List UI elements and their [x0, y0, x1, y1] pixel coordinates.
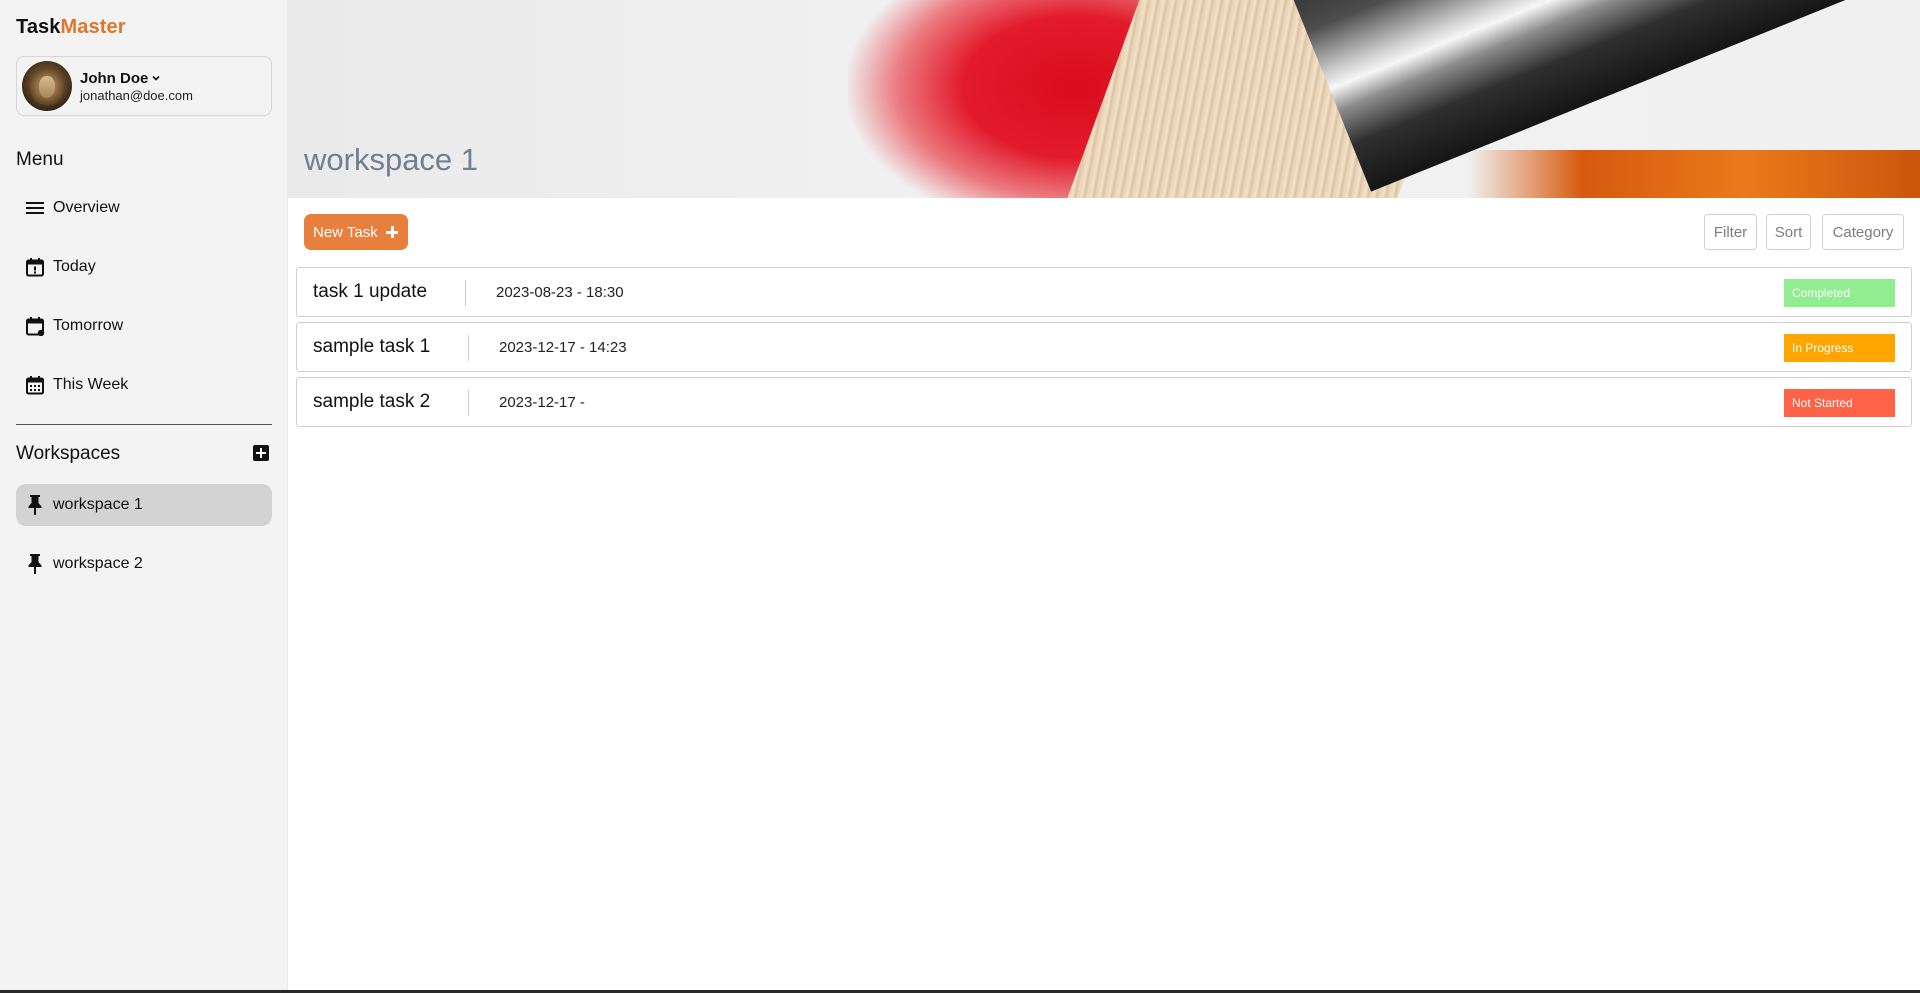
workspace-label: workspace 2 — [53, 555, 143, 572]
workspace-item-2[interactable]: workspace 2 — [16, 543, 272, 585]
nav-item-this-week[interactable]: This Week — [16, 364, 272, 406]
nav-label: Overview — [53, 199, 120, 216]
task-toolbar: New Task Filter Sort Category — [288, 198, 1920, 262]
task-row[interactable]: task 1 update 2023-08-23 - 18:30 Complet… — [296, 267, 1912, 317]
brand-part-2: Master — [60, 16, 126, 38]
filter-button[interactable]: Filter — [1704, 214, 1757, 250]
nav-label: This Week — [53, 376, 129, 393]
nav-item-overview[interactable]: Overview — [16, 187, 272, 229]
banner-orange-paint — [1468, 150, 1920, 198]
app-logo[interactable]: TaskMaster — [16, 16, 126, 39]
page-title: workspace 1 — [304, 142, 479, 177]
task-separator — [468, 335, 469, 361]
new-task-button[interactable]: New Task — [304, 214, 408, 250]
nav-label: Today — [53, 258, 96, 275]
main-content: workspace 1 New Task Filter Sort Categor… — [288, 0, 1920, 993]
category-button[interactable]: Category — [1822, 214, 1904, 250]
brand-part-1: Task — [16, 16, 61, 38]
status-badge: In Progress — [1784, 334, 1895, 362]
status-badge: Not Started — [1784, 389, 1895, 417]
calendar-week-icon — [24, 374, 46, 396]
task-date: 2023-08-23 - 18:30 — [496, 284, 624, 301]
task-row[interactable]: sample task 1 2023-12-17 - 14:23 In Prog… — [296, 322, 1912, 372]
task-separator — [468, 390, 469, 416]
calendar-today-icon — [24, 256, 46, 278]
pin-icon — [24, 494, 46, 516]
nav-item-today[interactable]: Today — [16, 246, 272, 288]
menu-lines-icon — [24, 197, 46, 219]
add-workspace-icon[interactable] — [253, 445, 269, 461]
plus-icon — [385, 226, 398, 238]
task-date: 2023-12-17 - 14:23 — [499, 339, 627, 356]
task-name: sample task 1 — [313, 336, 431, 357]
nav-item-tomorrow[interactable]: Tomorrow — [16, 305, 272, 347]
calendar-tomorrow-icon — [24, 315, 46, 337]
user-profile-card[interactable]: John Doe jonathan@doe.com — [16, 56, 272, 116]
workspaces-heading: Workspaces — [16, 443, 121, 464]
task-name: sample task 2 — [313, 391, 431, 412]
nav-label: Tomorrow — [53, 317, 124, 334]
task-separator — [465, 280, 466, 306]
user-name: John Doe — [80, 69, 149, 87]
menu-heading: Menu — [16, 149, 64, 170]
status-badge: Completed — [1784, 279, 1895, 307]
chevron-down-icon[interactable] — [151, 73, 161, 83]
new-task-label: New Task — [313, 223, 378, 241]
sort-button[interactable]: Sort — [1766, 214, 1811, 250]
workspace-label: workspace 1 — [53, 496, 143, 513]
task-name: task 1 update — [313, 281, 428, 302]
user-email: jonathan@doe.com — [80, 87, 193, 103]
workspace-banner: workspace 1 — [288, 0, 1920, 198]
workspace-item-1[interactable]: workspace 1 — [16, 484, 272, 526]
task-date: 2023-12-17 - — [499, 394, 585, 411]
sidebar: TaskMaster John Doe jonathan@doe.com Men… — [0, 0, 288, 990]
task-row[interactable]: sample task 2 2023-12-17 - Not Started — [296, 377, 1912, 427]
avatar — [22, 61, 72, 111]
pin-icon — [24, 553, 46, 575]
sidebar-divider — [16, 424, 272, 425]
